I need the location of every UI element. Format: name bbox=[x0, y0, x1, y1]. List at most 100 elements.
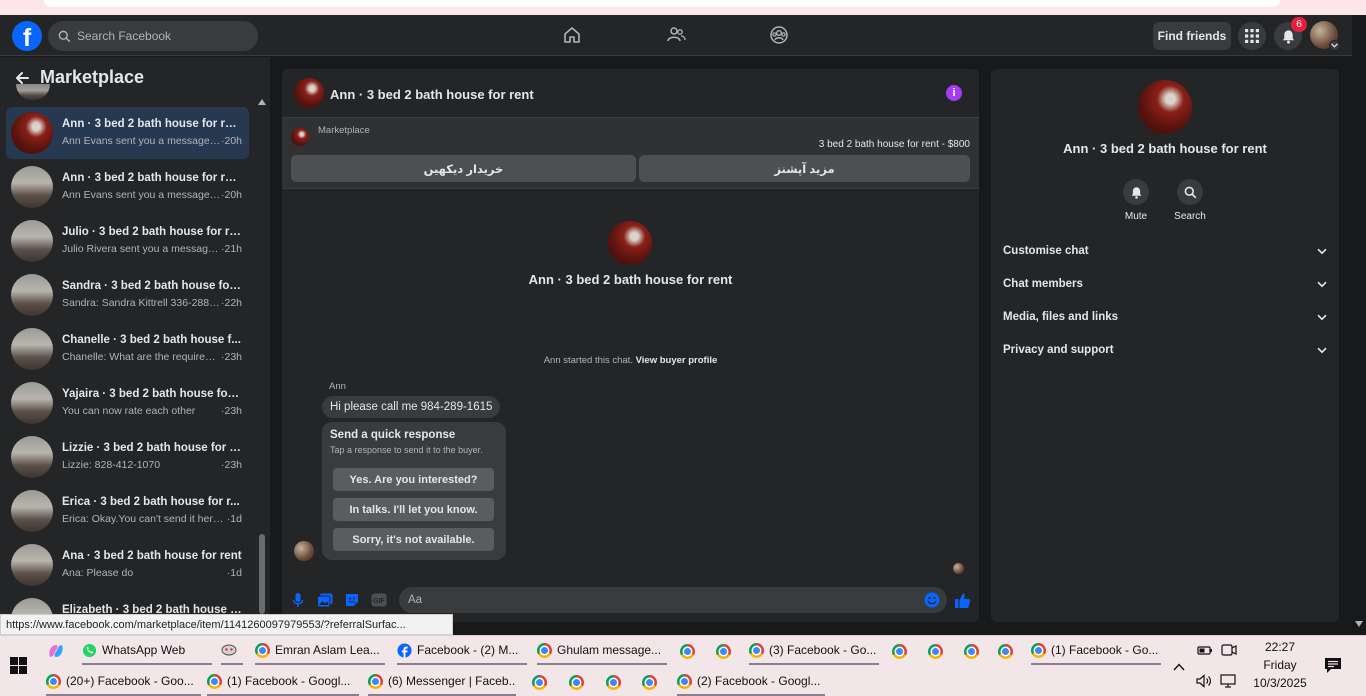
section-customise-chat[interactable]: Customise chat bbox=[1003, 241, 1327, 261]
details-avatar[interactable] bbox=[1138, 80, 1192, 134]
taskbar-chrome-button[interactable] bbox=[606, 668, 626, 696]
details-name: Ann · 3 bed 2 bath house for rent bbox=[1063, 141, 1267, 156]
notification-center-icon[interactable] bbox=[1324, 657, 1342, 679]
taskbar-chrome-button[interactable] bbox=[928, 637, 948, 665]
taskbar-chrome-button[interactable] bbox=[532, 668, 552, 696]
like-thumbs-up-icon[interactable] bbox=[953, 591, 971, 609]
chat-title[interactable]: Ann · 3 bed 2 bath house for rent bbox=[330, 87, 534, 102]
chat-panel: Ann · 3 bed 2 bath house for rent i Mark… bbox=[282, 69, 979, 622]
system-clock[interactable]: 22:27 Friday 10/3/2025 bbox=[1245, 639, 1315, 691]
quick-response-in-talks-button[interactable]: In talks. I'll let you know. bbox=[333, 498, 494, 521]
sidebar-conversation-item[interactable]: Sandra · 3 bed 2 bath house for... Sandra… bbox=[6, 269, 249, 321]
taskbar-chrome-button[interactable] bbox=[680, 637, 700, 665]
taskbar-chrome-button[interactable] bbox=[998, 637, 1018, 665]
microphone-icon[interactable] bbox=[289, 591, 307, 609]
mute-bell-icon bbox=[1131, 186, 1141, 199]
meet-now-icon[interactable] bbox=[1221, 643, 1237, 662]
section-media-files-links[interactable]: Media, files and links bbox=[1003, 307, 1327, 327]
battery-icon[interactable] bbox=[1197, 643, 1213, 662]
more-options-button[interactable]: مزید آپشنز bbox=[639, 155, 970, 182]
show-hidden-icons-chevron[interactable] bbox=[1173, 658, 1185, 676]
chrome-icon bbox=[716, 643, 731, 659]
sidebar-conversation-item[interactable]: Ana · 3 bed 2 bath house for rent Ana: Pl… bbox=[6, 539, 249, 591]
conversation-snippet: Chanelle: What are the requirem... ·23h bbox=[62, 351, 242, 363]
info-icon[interactable]: i bbox=[946, 85, 962, 101]
chrome-icon bbox=[532, 674, 547, 690]
search-placeholder: Search Facebook bbox=[77, 29, 172, 43]
windows-start-icon[interactable] bbox=[10, 657, 27, 679]
menu-grid-icon[interactable] bbox=[1238, 22, 1266, 50]
search-action[interactable]: Search bbox=[1165, 179, 1215, 222]
listing-thumbnail[interactable] bbox=[291, 128, 309, 146]
taskbar-window-label: Facebook - (2) M... bbox=[417, 643, 519, 657]
facebook-logo[interactable]: f bbox=[12, 21, 42, 51]
taskbar-window-label: (2) Facebook - Googl... bbox=[697, 674, 821, 688]
message-input[interactable]: Aa bbox=[399, 587, 947, 613]
sidebar-conversation-item[interactable]: Julio · 3 bed 2 bath house for re... Juli… bbox=[6, 215, 249, 267]
taskbar-window-button[interactable]: (2) Facebook - Googl... bbox=[677, 668, 825, 696]
find-friends-button[interactable]: Find friends bbox=[1153, 22, 1231, 50]
notification-count-badge: 6 bbox=[1291, 17, 1307, 32]
chevron-down-icon bbox=[1317, 281, 1327, 287]
sidebar-conversation-item[interactable]: Elizabeth · 3 bed 2 bath house f... bbox=[6, 593, 249, 614]
taskbar-chrome-button[interactable] bbox=[716, 637, 736, 665]
sidebar-conversation-item[interactable]: Yajaira · 3 bed 2 bath house for ... You … bbox=[6, 377, 249, 429]
sidebar-conversation-item[interactable]: Ann · 3 bed 2 bath house for rent Ann Eva… bbox=[6, 107, 249, 159]
search-facebook-input[interactable]: Search Facebook bbox=[48, 21, 258, 51]
taskbar-window-button[interactable]: Facebook - (2) M... bbox=[397, 637, 527, 665]
taskbar-window-button[interactable] bbox=[221, 637, 243, 665]
conversation-snippet: Lizzie: 828-412-1070 ·23h bbox=[62, 459, 242, 471]
sidebar-scroll-thumb[interactable] bbox=[259, 534, 265, 614]
view-buyer-button[interactable]: خریدار دیکھیں bbox=[291, 155, 636, 182]
volume-icon[interactable] bbox=[1196, 674, 1212, 693]
search-icon bbox=[58, 30, 71, 42]
home-icon[interactable] bbox=[560, 23, 584, 47]
taskbar-window-label: (6) Messenger | Faceb... bbox=[388, 674, 516, 688]
page-scrollbar[interactable] bbox=[1352, 15, 1366, 632]
taskbar-window-button[interactable]: Ghulam message... bbox=[537, 637, 667, 665]
snippet-text: Ann Evans sent you a message a... bbox=[62, 135, 221, 147]
conversation-avatar bbox=[11, 490, 53, 532]
taskbar-window-button[interactable]: (1) Facebook - Googl... bbox=[207, 668, 359, 696]
gif-icon[interactable]: GIF bbox=[370, 591, 388, 609]
windows-taskbar: WhatsApp Web Emran Aslam Lea... Facebook -… bbox=[0, 635, 1366, 696]
taskbar-window-button[interactable]: (6) Messenger | Faceb... bbox=[368, 668, 516, 696]
taskbar-chrome-button[interactable] bbox=[892, 637, 912, 665]
sidebar-conversation-item[interactable]: Lizzie · 3 bed 2 bath house for r... Lizz… bbox=[6, 431, 249, 483]
message-bubble[interactable]: Hi please call me 984-289-1615 bbox=[322, 396, 501, 418]
account-chevron-icon[interactable] bbox=[1329, 40, 1340, 51]
taskbar-window-button[interactable]: (1) Facebook - Go... bbox=[1031, 637, 1161, 665]
photo-icon[interactable] bbox=[316, 591, 334, 609]
network-icon[interactable] bbox=[1220, 674, 1236, 693]
taskbar-chrome-button[interactable] bbox=[642, 668, 662, 696]
taskbar-chrome-button[interactable] bbox=[569, 668, 589, 696]
sidebar-conversation-item[interactable]: Erica · 3 bed 2 bath house for r... Erica… bbox=[6, 485, 249, 537]
view-buyer-profile-link[interactable]: View buyer profile bbox=[636, 355, 718, 366]
section-privacy-support[interactable]: Privacy and support bbox=[1003, 340, 1327, 360]
sidebar-scrollbar[interactable] bbox=[257, 97, 267, 614]
sidebar-conversation-item[interactable]: Ann · 3 bed 2 bath house for rent Ann Eva… bbox=[6, 161, 249, 213]
taskbar-window-button[interactable]: (20+) Facebook - Goo... bbox=[46, 668, 201, 696]
taskbar-window-button[interactable]: WhatsApp Web bbox=[82, 637, 212, 665]
taskbar-window-button[interactable]: (3) Facebook - Go... bbox=[749, 637, 879, 665]
conversation-name: Lizzie · 3 bed 2 bath house for r... bbox=[62, 442, 242, 454]
friends-icon[interactable] bbox=[664, 23, 688, 47]
message-input-placeholder: Aa bbox=[408, 594, 423, 606]
quick-response-not-available-button[interactable]: Sorry, it's not available. bbox=[333, 528, 494, 551]
started-text: Ann started this chat. bbox=[543, 355, 633, 366]
chrome-icon bbox=[928, 643, 943, 659]
taskbar-window-button[interactable]: Emran Aslam Lea... bbox=[255, 637, 385, 665]
quick-response-yes-button[interactable]: Yes. Are you interested? bbox=[333, 468, 494, 491]
conversation-name: Sandra · 3 bed 2 bath house for... bbox=[62, 280, 242, 292]
mute-action[interactable]: Mute bbox=[1111, 179, 1161, 222]
emoji-icon[interactable] bbox=[923, 591, 941, 609]
listing-price[interactable]: 3 bed 2 bath house for rent - $800 bbox=[819, 139, 970, 150]
chat-avatar[interactable] bbox=[294, 78, 324, 108]
sticker-icon[interactable] bbox=[343, 591, 361, 609]
copilot-icon[interactable] bbox=[47, 642, 65, 665]
taskbar-chrome-button[interactable] bbox=[964, 637, 984, 665]
section-chat-members[interactable]: Chat members bbox=[1003, 274, 1327, 294]
sidebar-conversation-item[interactable]: Chanelle · 3 bed 2 bath house f... Chanel… bbox=[6, 323, 249, 375]
groups-icon[interactable] bbox=[767, 23, 791, 47]
conversation-name: Ann · 3 bed 2 bath house for rent bbox=[62, 118, 242, 130]
